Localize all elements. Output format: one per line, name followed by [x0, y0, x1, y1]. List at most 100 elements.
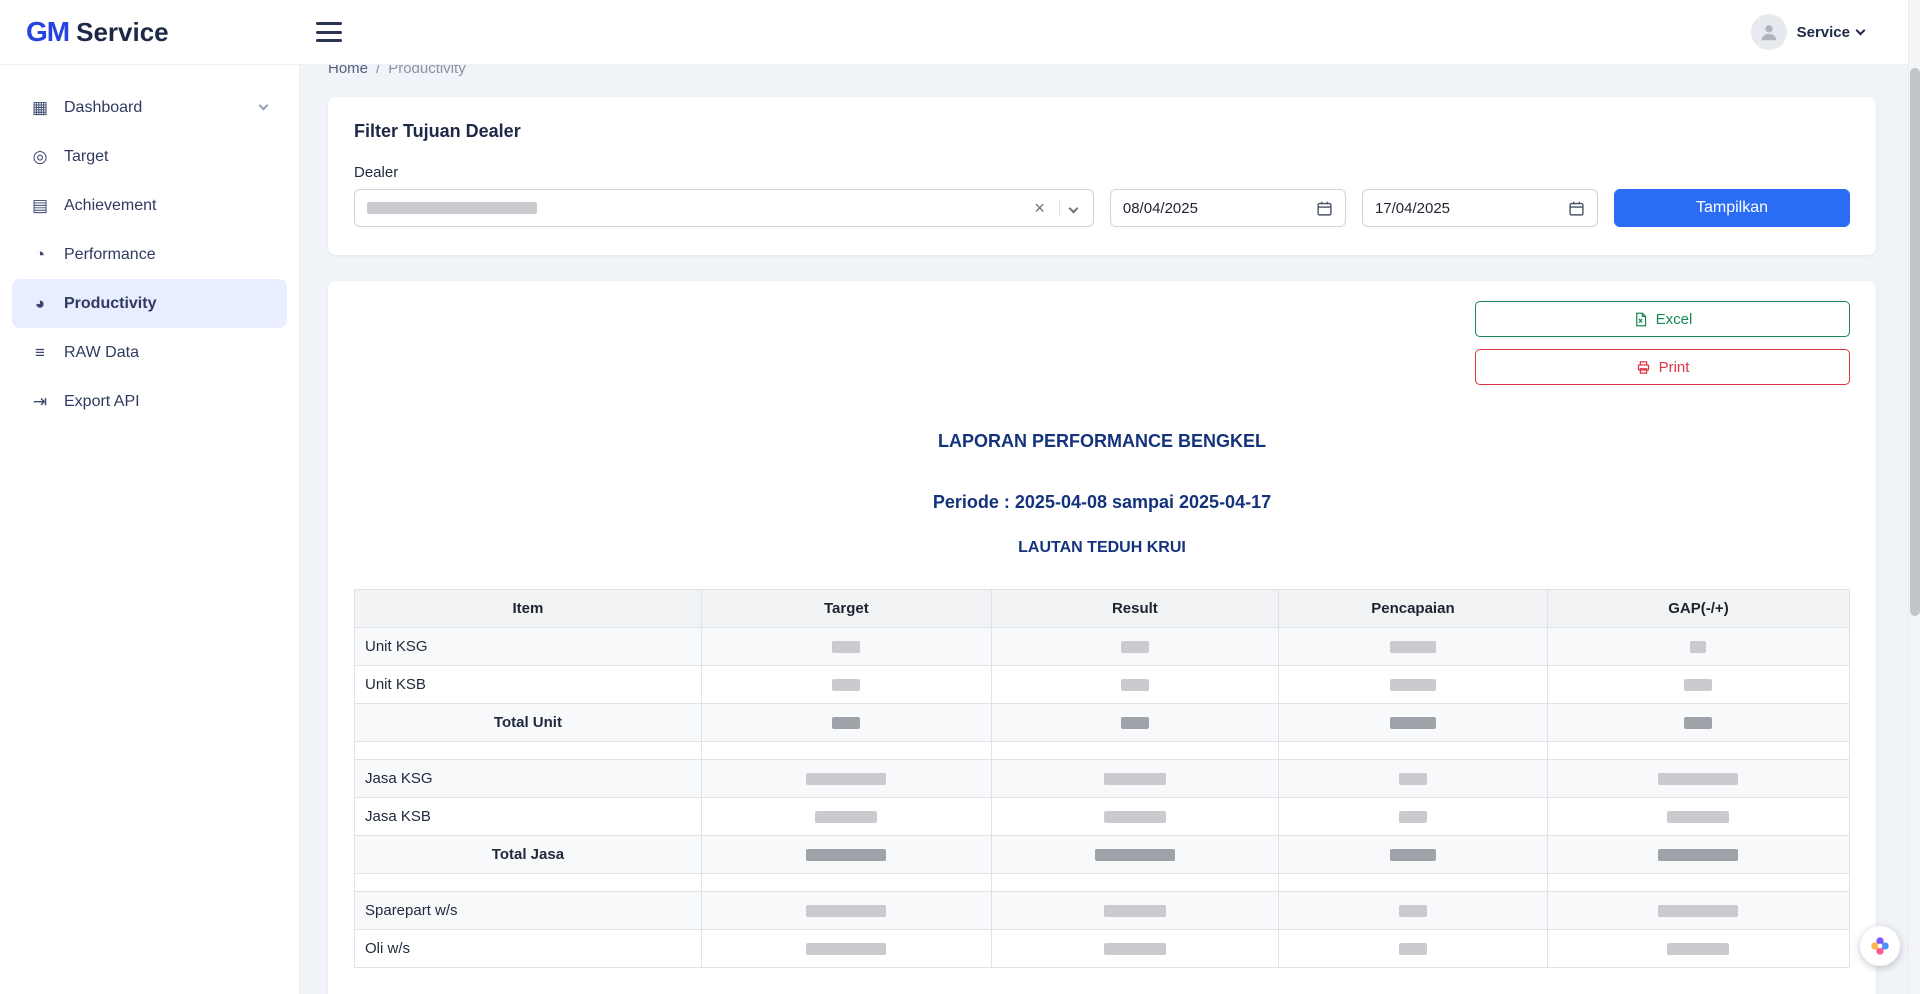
raw-data-icon: ≡ [35, 342, 45, 362]
chevron-down-icon[interactable] [1068, 203, 1079, 213]
filter-card-title: Filter Tujuan Dealer [354, 121, 521, 141]
sidebar-item-performance[interactable]: ◔ Performance [12, 230, 287, 279]
export-api-icon: ⇥ [32, 391, 48, 411]
redacted-value-cell [700, 759, 992, 798]
redacted-value-cell [1546, 835, 1851, 874]
redacted-value-cell [990, 703, 1279, 742]
tampilkan-button[interactable]: Tampilkan [1614, 189, 1850, 227]
filter-controls: × 08/04/2025 17/04/2025 Tampilkan [354, 189, 1850, 227]
redacted-value-cell [1277, 627, 1548, 666]
sidebar-item-productivity[interactable]: ◕ Productivity [12, 279, 287, 328]
row-item-label: Sparepart w/s [354, 891, 702, 930]
column-header: Target [700, 589, 992, 628]
row-item-label: Unit KSG [354, 627, 702, 666]
floating-widget-button[interactable] [1860, 926, 1900, 966]
sidebar-item-label: Dashboard [64, 98, 143, 116]
user-menu-label[interactable]: Service [1797, 24, 1866, 41]
sidebar-item-label: Performance [64, 245, 156, 263]
redacted-value-cell [700, 891, 992, 930]
date-from-input[interactable]: 08/04/2025 [1109, 189, 1346, 227]
column-header: Item [354, 589, 702, 628]
calendar-icon[interactable] [1568, 200, 1585, 217]
calendar-icon[interactable] [1316, 200, 1333, 217]
user-menu[interactable]: Service [1750, 14, 1866, 50]
sidebar-item-label: RAW Data [64, 343, 139, 361]
print-button[interactable]: Print [1475, 349, 1850, 385]
table-header-row: Item Target Result Pencapaian GAP(-/+) [354, 589, 1851, 628]
redacted-value-cell [700, 627, 992, 666]
redacted-value-cell [700, 665, 992, 704]
redacted-value-cell [990, 929, 1279, 968]
table-row: Jasa KSB [354, 797, 1851, 836]
dealer-field-label: Dealer [354, 164, 399, 181]
sidebar-item-achievement[interactable]: ▤ Achievement [12, 181, 287, 230]
app-logo: GM Service [0, 16, 300, 48]
table-spacer-row [354, 741, 1851, 760]
vertical-scrollbar[interactable] [1908, 0, 1920, 994]
redacted-value-cell [1277, 891, 1548, 930]
row-item-label: Oli w/s [354, 929, 702, 968]
logo-gm-text: GM [26, 16, 70, 47]
column-header: Result [990, 589, 1279, 628]
sidebar-nav: ▦ Dashboard ◎ Target ▤ Achievement ◔ Performanc… [0, 83, 299, 426]
top-header: GM Service Service [0, 0, 1920, 65]
sidebar-item-label: Achievement [64, 196, 157, 214]
date-to-input[interactable]: 17/04/2025 [1361, 189, 1599, 227]
export-buttons: Excel Print [354, 301, 1850, 385]
table-row: Oli w/s [354, 929, 1851, 968]
redacted-value-cell [1277, 665, 1548, 704]
redacted-value-cell [1546, 703, 1851, 742]
excel-button[interactable]: Excel [1475, 301, 1850, 337]
hamburger-menu-icon[interactable] [316, 22, 342, 42]
date-from-value: 08/04/2025 [1122, 199, 1198, 217]
pinwheel-icon [1871, 937, 1889, 955]
redacted-value-cell [1277, 759, 1548, 798]
logo-service-text: Service [76, 17, 169, 47]
redacted-value-cell [700, 703, 992, 742]
productivity-icon: ◕ [34, 293, 46, 313]
sidebar-item-label: Export API [64, 392, 140, 410]
report-title: LAPORAN PERFORMANCE BENGKEL [937, 431, 1266, 451]
sidebar-item-export-api[interactable]: ⇥ Export API [12, 377, 287, 426]
row-item-label: Total Jasa [354, 835, 702, 874]
redacted-value-cell [1546, 627, 1851, 666]
table-row: Total Jasa [354, 835, 1851, 874]
target-icon: ◎ [32, 146, 48, 166]
sidebar-item-label: Target [64, 147, 109, 165]
main-content: Productivity Home / Productivity Filter … [300, 0, 1920, 994]
sidebar: ▦ Dashboard ◎ Target ▤ Achievement ◔ Performanc… [0, 65, 300, 994]
redacted-value-cell [1546, 665, 1851, 704]
filter-card: Filter Tujuan Dealer Dealer × 08/04/2025… [328, 97, 1876, 255]
achievement-icon: ▤ [31, 195, 49, 215]
performance-icon: ◔ [34, 244, 46, 264]
chevron-down-icon [258, 100, 269, 111]
excel-file-icon [1635, 312, 1646, 326]
sidebar-item-target[interactable]: ◎ Target [12, 132, 287, 181]
dealer-select[interactable]: × [354, 189, 1094, 227]
report-table: Item Target Result Pencapaian GAP(-/+) Unit … [354, 589, 1851, 968]
chevron-down-icon [1855, 25, 1866, 35]
redacted-value-cell [990, 797, 1279, 836]
dashboard-icon: ▦ [31, 97, 49, 117]
scrollbar-thumb[interactable] [1910, 68, 1920, 616]
redacted-value-cell [990, 627, 1279, 666]
row-item-label: Unit KSB [354, 665, 702, 704]
date-to-value: 17/04/2025 [1374, 199, 1451, 217]
redacted-value-cell [990, 759, 1279, 798]
report-dealer-name: LAUTAN TEDUH KRUI [1018, 539, 1186, 556]
sidebar-item-dashboard[interactable]: ▦ Dashboard [12, 83, 287, 132]
redacted-value-cell [1277, 703, 1548, 742]
report-periode: Periode : 2025-04-08 sampai 2025-04-17 [932, 492, 1272, 512]
row-item-label: Total Unit [354, 703, 702, 742]
redacted-value-cell [1277, 929, 1548, 968]
printer-icon [1637, 360, 1649, 374]
redacted-value-cell [990, 835, 1279, 874]
clear-selection-icon[interactable]: × [1026, 198, 1053, 219]
redacted-value-cell [700, 797, 992, 836]
redacted-value-cell [700, 929, 992, 968]
avatar[interactable] [1750, 14, 1787, 50]
sidebar-item-raw-data[interactable]: ≡ RAW Data [12, 328, 287, 377]
table-spacer-row [354, 873, 1851, 892]
table-row: Unit KSB [354, 665, 1851, 704]
column-header: GAP(-/+) [1546, 589, 1851, 628]
